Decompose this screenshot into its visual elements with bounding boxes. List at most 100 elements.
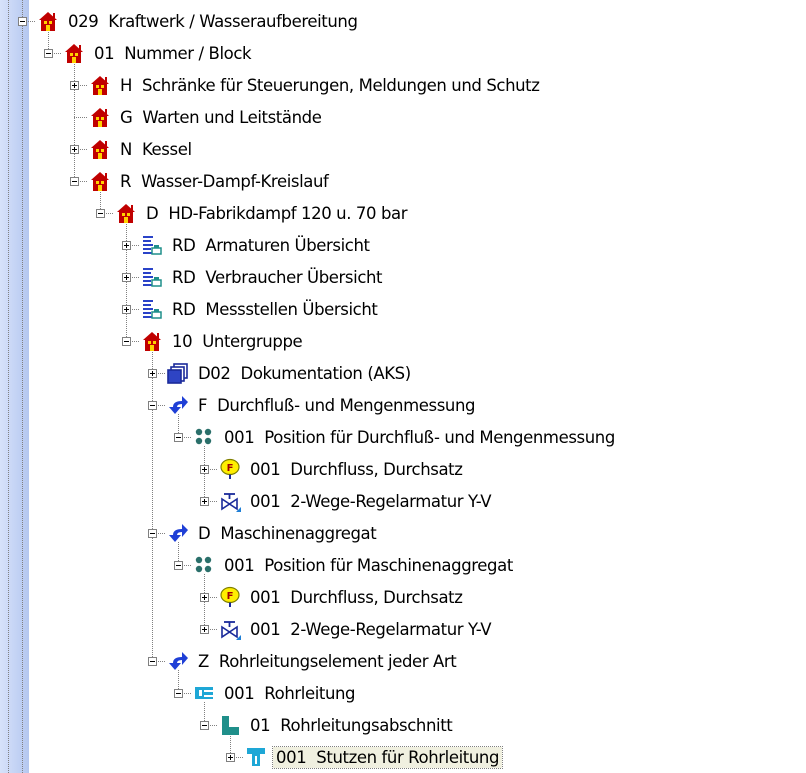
tree-node[interactable]: 001 Rohrleitung <box>193 677 358 709</box>
collapse-node-button[interactable] <box>200 721 209 730</box>
expand-node-button[interactable] <box>122 305 131 314</box>
expand-node-button[interactable] <box>200 625 209 634</box>
tree-node-label[interactable]: 001 Durchfluss, Durchsatz <box>247 459 466 480</box>
building-icon <box>141 330 163 352</box>
expand-node-button[interactable] <box>122 241 131 250</box>
function-arrow-icon <box>167 522 189 544</box>
tree-node-label[interactable]: RD Verbraucher Übersicht <box>169 267 385 288</box>
tree-node-label[interactable]: RD Messstellen Übersicht <box>169 299 380 320</box>
collapse-node-button[interactable] <box>148 401 157 410</box>
tree-node-text: Durchfluß- und Mengenmessung <box>217 395 476 415</box>
tree-node-label[interactable]: H Schränke für Steuerungen, Meldungen und… <box>117 75 543 96</box>
tree-node-label[interactable]: F Durchfluß- und Mengenmessung <box>195 395 478 416</box>
tree-node-label[interactable]: 001 Durchfluss, Durchsatz <box>247 587 466 608</box>
collapse-node-button[interactable] <box>44 49 53 58</box>
tree-node[interactable]: RD Messstellen Übersicht <box>141 293 380 325</box>
tree-node-code: N <box>120 139 132 159</box>
tree-node-label[interactable]: 001 2-Wege-Regelarmatur Y-V <box>247 619 494 640</box>
tree-node-label[interactable]: 001 Rohrleitung <box>221 683 358 704</box>
tree-node[interactable]: 001 Position für Maschinenaggregat <box>193 549 516 581</box>
tree-node[interactable]: RD Armaturen Übersicht <box>141 229 373 261</box>
collapse-node-button[interactable] <box>18 17 27 26</box>
tree-node-text: Kessel <box>141 139 192 159</box>
tree-node-label[interactable]: 10 Untergruppe <box>169 331 305 352</box>
tree-node-code: RD <box>172 299 196 319</box>
tree-node[interactable]: D HD-Fabrikdampf 120 u. 70 bar <box>115 197 410 229</box>
position-dots-icon <box>193 426 215 448</box>
tree-node-code: 001 <box>224 555 255 575</box>
tree-node[interactable]: 10 Untergruppe <box>141 325 305 357</box>
tree-node-label[interactable]: N Kessel <box>117 139 195 160</box>
tree-node[interactable]: D Maschinenaggregat <box>167 517 379 549</box>
tree-node-text: Durchfluss, Durchsatz <box>290 459 463 479</box>
tree-node-text: Stutzen für Rohrleitung <box>316 747 500 767</box>
collapse-node-button[interactable] <box>174 561 183 570</box>
tree-node-label[interactable]: 001 Position für Maschinenaggregat <box>221 555 516 576</box>
tree-node[interactable]: F Durchfluß- und Mengenmessung <box>167 389 478 421</box>
collapse-node-button[interactable] <box>174 689 183 698</box>
tree-node-label[interactable]: 001 2-Wege-Regelarmatur Y-V <box>247 491 494 512</box>
tree-node-label[interactable]: RD Armaturen Übersicht <box>169 235 373 256</box>
tree-node[interactable]: D02 Dokumentation (AKS) <box>167 357 414 389</box>
collapse-node-button[interactable] <box>148 529 157 538</box>
tree-node[interactable]: H Schränke für Steuerungen, Meldungen und… <box>89 69 543 101</box>
building-icon <box>89 74 111 96</box>
svg-text:F: F <box>227 591 234 602</box>
building-icon <box>89 170 111 192</box>
tree-node[interactable]: R Wasser-Dampf-Kreislauf <box>89 165 331 197</box>
tree-node-label[interactable]: D Maschinenaggregat <box>195 523 379 544</box>
tree-node-code: 001 <box>250 491 281 511</box>
tree-node[interactable]: 001 2-Wege-Regelarmatur Y-V <box>219 613 494 645</box>
expand-node-button[interactable] <box>70 145 79 154</box>
tree-node[interactable]: 001 Position für Durchfluß- und Mengenmes… <box>193 421 618 453</box>
overview-list-icon <box>141 234 163 256</box>
expand-node-button[interactable] <box>200 593 209 602</box>
tree-node-text: Schränke für Steuerungen, Meldungen und … <box>142 75 540 95</box>
tree-node[interactable]: 029 Kraftwerk / Wasseraufbereitung <box>37 5 361 37</box>
tree-node[interactable]: 001 2-Wege-Regelarmatur Y-V <box>219 485 494 517</box>
tree-node-text: Durchfluss, Durchsatz <box>290 587 463 607</box>
tree-node[interactable]: RD Verbraucher Übersicht <box>141 261 385 293</box>
tree-node-code: 001 <box>250 459 281 479</box>
tree-node-label[interactable]: Z Rohrleitungselement jeder Art <box>195 651 459 672</box>
tree-node[interactable]: Z Rohrleitungselement jeder Art <box>167 645 459 677</box>
tree-node-label[interactable]: D HD-Fabrikdampf 120 u. 70 bar <box>143 203 410 224</box>
expand-node-button[interactable] <box>148 369 157 378</box>
collapse-node-button[interactable] <box>96 209 105 218</box>
expand-node-button[interactable] <box>122 273 131 282</box>
tree-node[interactable]: F 001 Durchfluss, Durchsatz <box>219 453 466 485</box>
expand-node-button[interactable] <box>200 465 209 474</box>
pipe-icon <box>193 682 215 704</box>
tree-node-text: Dokumentation (AKS) <box>240 363 412 383</box>
collapse-node-button[interactable] <box>174 433 183 442</box>
tree-node-label[interactable]: 01 Rohrleitungsabschnitt <box>247 715 455 736</box>
tree-node[interactable]: G Warten und Leitstände <box>89 101 324 133</box>
tree-node-label[interactable]: 01 Nummer / Block <box>91 43 254 64</box>
tree-view[interactable]: 029 Kraftwerk / Wasseraufbereitung 01 Numm… <box>0 0 806 773</box>
tree-node-label[interactable]: 001 Stutzen für Rohrleitung <box>271 745 504 769</box>
tree-node-label[interactable]: D02 Dokumentation (AKS) <box>195 363 414 384</box>
tree-node-code: 001 <box>250 587 281 607</box>
tree-node-text: Untergruppe <box>202 331 303 351</box>
tree-node[interactable]: 001 Stutzen für Rohrleitung <box>245 741 504 773</box>
tree-node[interactable]: 01 Nummer / Block <box>63 37 254 69</box>
tree-node-code: D02 <box>198 363 231 383</box>
tree-node-label[interactable]: 029 Kraftwerk / Wasseraufbereitung <box>65 11 361 32</box>
expand-node-button[interactable] <box>70 81 79 90</box>
tree-node-code: 10 <box>172 331 193 351</box>
collapse-node-button[interactable] <box>122 337 131 346</box>
nozzle-icon <box>245 746 267 768</box>
expand-node-button[interactable] <box>200 497 209 506</box>
flow-meter-icon: F <box>219 458 241 480</box>
collapse-node-button[interactable] <box>70 177 79 186</box>
tree-node-label[interactable]: G Warten und Leitstände <box>117 107 324 128</box>
expand-node-button[interactable] <box>226 753 235 762</box>
tree-node[interactable]: 01 Rohrleitungsabschnitt <box>219 709 455 741</box>
tree-node-label[interactable]: 001 Position für Durchfluß- und Mengenmes… <box>221 427 618 448</box>
tree-node[interactable]: F 001 Durchfluss, Durchsatz <box>219 581 466 613</box>
tree-node-code: H <box>120 75 133 95</box>
tree-node[interactable]: N Kessel <box>89 133 195 165</box>
collapse-node-button[interactable] <box>148 657 157 666</box>
building-icon <box>115 202 137 224</box>
tree-node-label[interactable]: R Wasser-Dampf-Kreislauf <box>117 171 331 192</box>
